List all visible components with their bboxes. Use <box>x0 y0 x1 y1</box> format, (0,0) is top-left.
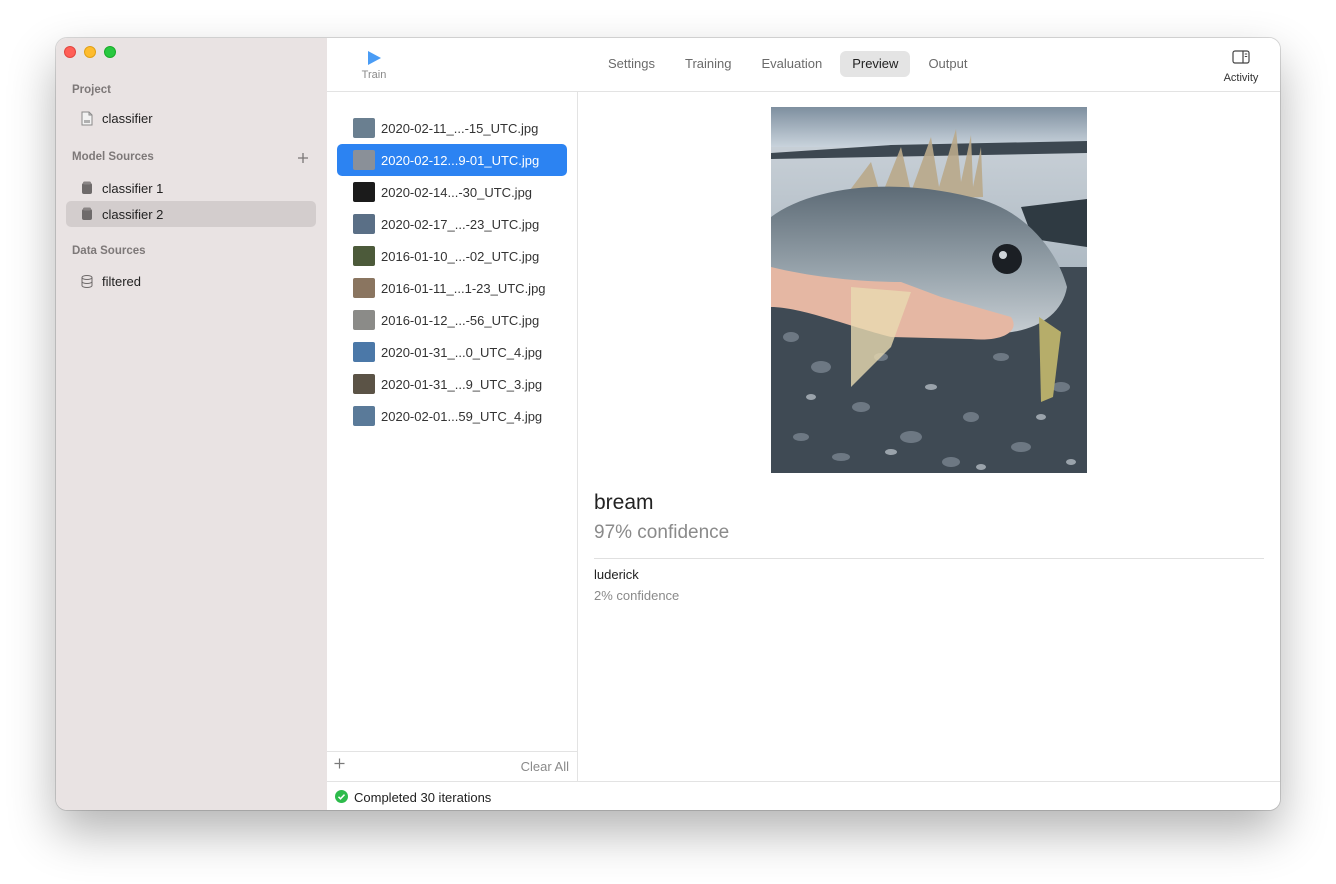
tab-training[interactable]: Training <box>673 51 743 77</box>
toolbar: Train Settings Training Evaluation Previ… <box>327 38 1280 92</box>
image-thumbnail <box>353 406 375 426</box>
preview-pane: bream 97% confidence luderick 2% confide… <box>578 92 1280 781</box>
file-list-item[interactable]: 2020-02-01...59_UTC_4.jpg <box>337 400 567 432</box>
status-text: Completed 30 iterations <box>354 790 492 805</box>
add-images-button[interactable] <box>334 756 345 774</box>
file-list-item[interactable]: 2020-02-12...9-01_UTC.jpg <box>337 144 567 176</box>
file-list-item[interactable]: 2016-01-11_...1-23_UTC.jpg <box>337 272 567 304</box>
tab-evaluation[interactable]: Evaluation <box>749 51 834 77</box>
file-name: 2020-02-11_...-15_UTC.jpg <box>381 120 539 136</box>
close-window-button[interactable] <box>64 46 76 58</box>
tab-preview[interactable]: Preview <box>840 51 911 77</box>
second-prediction-label: luderick <box>594 567 639 582</box>
top-prediction-confidence: 97% confidence <box>594 522 730 543</box>
sidebar-item-label: filtered <box>102 273 142 289</box>
image-thumbnail <box>353 182 375 202</box>
file-list-item[interactable]: 2020-01-31_...0_UTC_4.jpg <box>337 336 567 368</box>
train-label: Train <box>361 69 387 81</box>
model-icon <box>80 180 94 196</box>
app-window: Project classifier Model Sources classif… <box>56 38 1280 810</box>
image-thumbnail <box>353 374 375 394</box>
sidebar-toggle-icon <box>1232 50 1250 64</box>
file-name: 2020-01-31_...9_UTC_3.jpg <box>381 376 543 392</box>
image-thumbnail <box>353 150 375 170</box>
image-thumbnail <box>353 342 375 362</box>
model-sources-header: Model Sources <box>72 151 154 163</box>
checkmark-circle-icon <box>335 790 348 806</box>
sidebar-item-classifier-2[interactable]: classifier 2 <box>66 201 316 227</box>
file-name: 2020-02-01...59_UTC_4.jpg <box>381 408 543 424</box>
tab-settings[interactable]: Settings <box>596 51 667 77</box>
second-prediction-confidence: 2% confidence <box>594 588 680 603</box>
image-thumbnail <box>353 246 375 266</box>
list-footer: Clear All <box>327 751 577 781</box>
top-prediction-label: bream <box>594 491 654 514</box>
image-thumbnail <box>353 214 375 234</box>
sidebar-item-filtered[interactable]: filtered <box>66 268 316 294</box>
model-icon <box>80 206 94 222</box>
image-thumbnail <box>353 118 375 138</box>
play-icon <box>368 51 381 65</box>
data-sources-header: Data Sources <box>72 245 146 257</box>
file-name: 2020-02-17_...-23_UTC.jpg <box>381 216 540 232</box>
file-name: 2016-01-12_...-56_UTC.jpg <box>381 312 540 328</box>
image-list-pane: 2020-02-11_...-15_UTC.jpg 2020-02-12...9-… <box>327 92 578 781</box>
sidebar: Project classifier Model Sources classif… <box>56 38 328 810</box>
sidebar-item-label: classifier 2 <box>102 206 164 222</box>
train-button[interactable]: Train <box>357 50 391 81</box>
minimize-window-button[interactable] <box>84 46 96 58</box>
activity-button[interactable]: Activity <box>1216 50 1266 84</box>
image-thumbnail <box>353 310 375 330</box>
window-controls <box>64 46 116 58</box>
divider <box>594 558 1264 559</box>
project-section-header: Project <box>72 84 111 96</box>
file-name: 2020-02-14...-30_UTC.jpg <box>381 184 533 200</box>
zoom-window-button[interactable] <box>104 46 116 58</box>
file-list-item[interactable]: 2016-01-12_...-56_UTC.jpg <box>337 304 567 336</box>
activity-label: Activity <box>1223 72 1259 84</box>
file-list-item[interactable]: 2016-01-10_...-02_UTC.jpg <box>337 240 567 272</box>
plus-icon <box>334 758 345 769</box>
file-name: 2020-01-31_...0_UTC_4.jpg <box>381 344 543 360</box>
plus-icon <box>298 153 308 163</box>
add-model-source-button[interactable] <box>297 150 309 167</box>
file-list-item[interactable]: 2020-02-11_...-15_UTC.jpg <box>337 112 567 144</box>
clear-all-button[interactable]: Clear All <box>521 759 569 774</box>
file-name: 2016-01-11_...1-23_UTC.jpg <box>381 280 546 296</box>
file-list-item[interactable]: 2020-01-31_...9_UTC_3.jpg <box>337 368 567 400</box>
file-list-item[interactable]: 2020-02-14...-30_UTC.jpg <box>337 176 567 208</box>
file-list-item[interactable]: 2020-02-17_...-23_UTC.jpg <box>337 208 567 240</box>
file-name: 2020-02-12...9-01_UTC.jpg <box>381 152 540 168</box>
sidebar-item-label: classifier 1 <box>102 180 164 196</box>
document-icon <box>80 110 94 126</box>
tab-bar: Settings Training Evaluation Preview Out… <box>596 51 979 77</box>
database-icon <box>80 273 94 289</box>
status-bar: Completed 30 iterations <box>327 781 1280 810</box>
sidebar-item-project[interactable]: classifier <box>66 105 316 131</box>
image-thumbnail <box>353 278 375 298</box>
sidebar-item-label: classifier <box>102 110 153 126</box>
file-name: 2016-01-10_...-02_UTC.jpg <box>381 248 540 264</box>
tab-output[interactable]: Output <box>916 51 979 77</box>
sidebar-item-classifier-1[interactable]: classifier 1 <box>66 175 316 201</box>
preview-image <box>771 107 1087 473</box>
